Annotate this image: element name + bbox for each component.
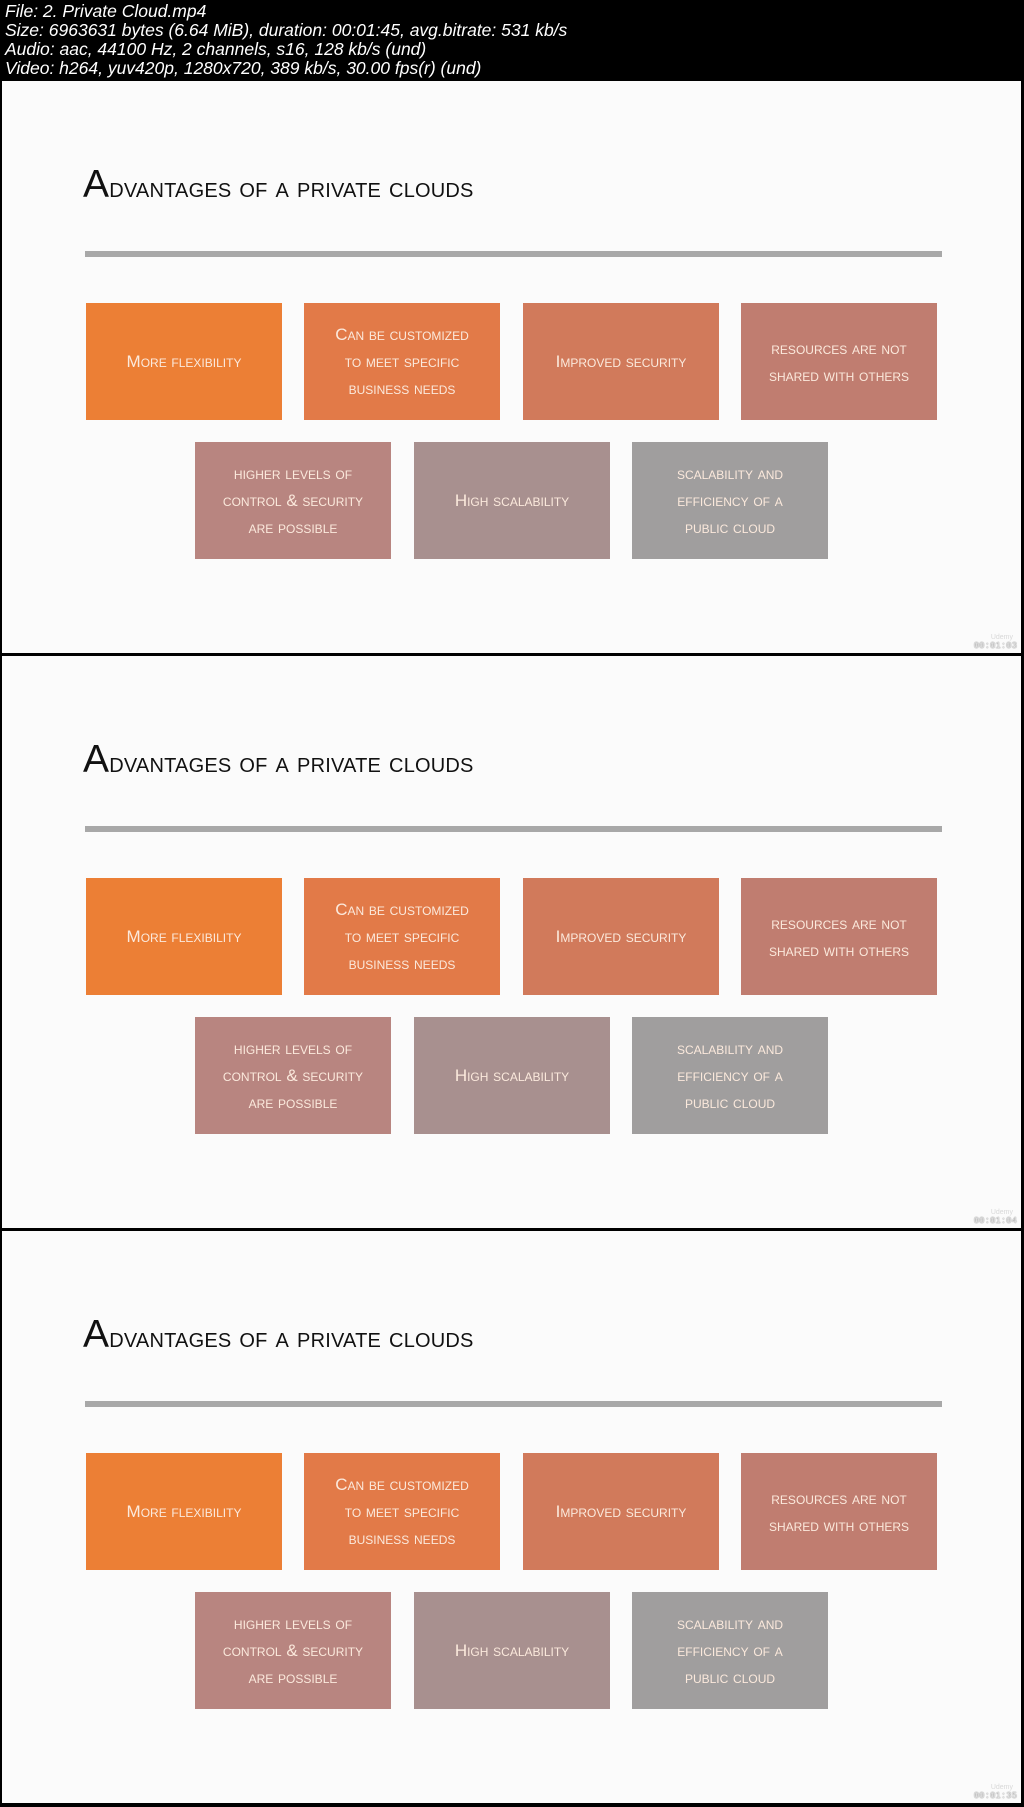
advantage-box-resources-not-shared: resources are not shared with others — [741, 878, 937, 995]
advantage-box-control-security: higher levels of control & security are po… — [195, 1017, 391, 1134]
advantage-box-control-security: higher levels of control & security are po… — [195, 442, 391, 559]
video-info-header: File: 2. Private Cloud.mp4 Size: 6963631… — [0, 0, 1024, 80]
frame-timestamp: 00:01:35 — [973, 1791, 1017, 1801]
advantage-box-public-cloud-efficiency: scalability and efficiency of a public clo… — [632, 442, 828, 559]
video-frame-thumbnail: Advantages of a private clouds More flex… — [2, 81, 1021, 653]
file-name-line: File: 2. Private Cloud.mp4 — [5, 1, 207, 21]
slide-title: Advantages of a private clouds — [83, 738, 474, 781]
slide-title: Advantages of a private clouds — [83, 1313, 474, 1356]
advantage-box-customizable: Can be customized to meet specific busines… — [304, 1453, 500, 1570]
watermark-logo: Udemy — [990, 634, 1013, 641]
video-frame-thumbnail: Advantages of a private clouds More flex… — [2, 656, 1021, 1228]
advantage-box-resources-not-shared: resources are not shared with others — [741, 1453, 937, 1570]
video-frame-thumbnail: Advantages of a private clouds More flex… — [2, 1231, 1021, 1803]
advantage-box-improved-security: Improved security — [523, 878, 719, 995]
slide-title: Advantages of a private clouds — [83, 163, 474, 206]
video-info-line: Video: h264, yuv420p, 1280x720, 389 kb/s… — [5, 58, 482, 78]
advantage-box-control-security: higher levels of control & security are po… — [195, 1592, 391, 1709]
frame-timestamp: 00:01:03 — [973, 641, 1017, 651]
advantage-box-improved-security: Improved security — [523, 303, 719, 420]
advantage-box-improved-security: Improved security — [523, 1453, 719, 1570]
title-divider — [85, 251, 942, 257]
advantage-box-more-flexibility: More flexibility — [86, 1453, 282, 1570]
advantage-box-high-scalability: High scalability — [414, 1592, 610, 1709]
frame-timestamp: 00:01:04 — [973, 1216, 1017, 1226]
advantage-box-high-scalability: High scalability — [414, 442, 610, 559]
watermark-logo: Udemy — [990, 1209, 1013, 1216]
advantage-box-public-cloud-efficiency: scalability and efficiency of a public clo… — [632, 1017, 828, 1134]
file-size-line: Size: 6963631 bytes (6.64 MiB), duration… — [5, 20, 568, 40]
title-divider — [85, 826, 942, 832]
advantage-box-high-scalability: High scalability — [414, 1017, 610, 1134]
audio-info-line: Audio: aac, 44100 Hz, 2 channels, s16, 1… — [5, 39, 427, 59]
advantage-box-more-flexibility: More flexibility — [86, 878, 282, 995]
advantage-box-resources-not-shared: resources are not shared with others — [741, 303, 937, 420]
watermark-logo: Udemy — [990, 1784, 1013, 1791]
advantage-box-more-flexibility: More flexibility — [86, 303, 282, 420]
advantage-box-public-cloud-efficiency: scalability and efficiency of a public clo… — [632, 1592, 828, 1709]
advantage-box-customizable: Can be customized to meet specific busines… — [304, 303, 500, 420]
advantage-box-customizable: Can be customized to meet specific busines… — [304, 878, 500, 995]
title-divider — [85, 1401, 942, 1407]
